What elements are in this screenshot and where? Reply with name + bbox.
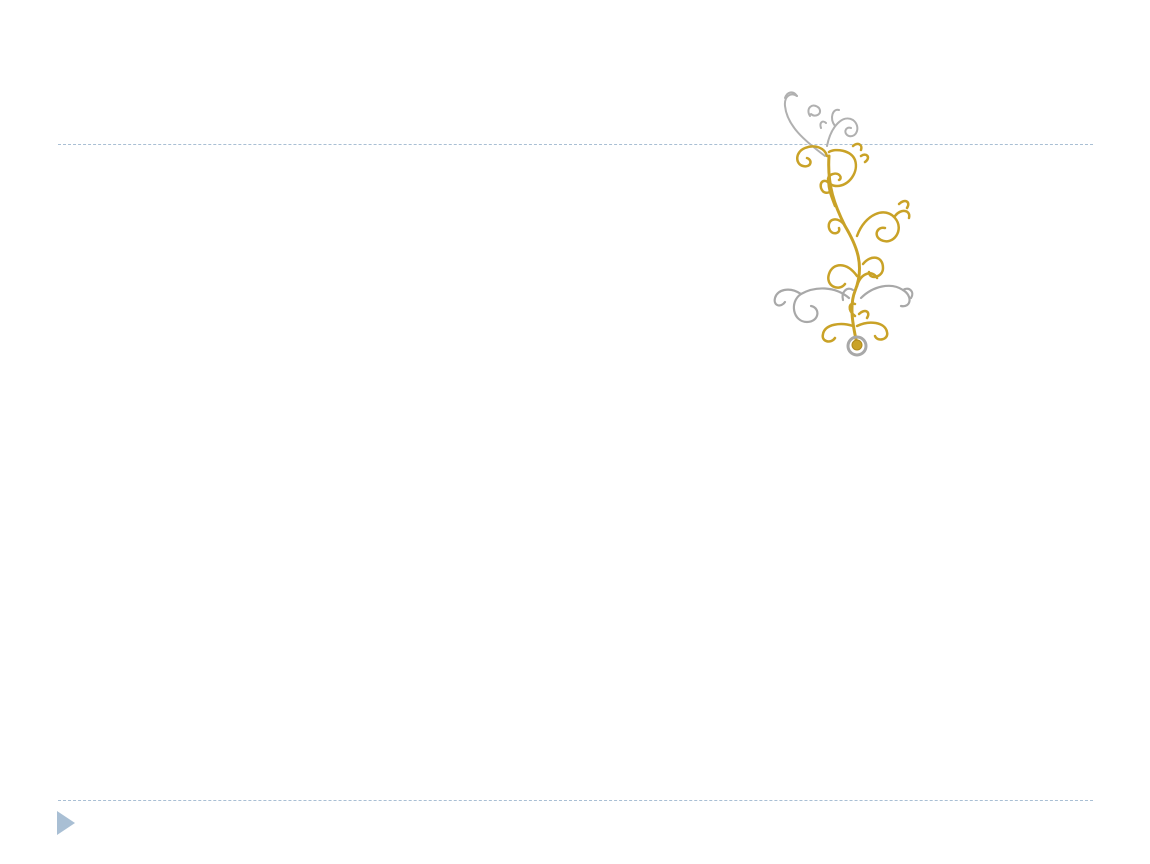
floral-swirl-ornament-icon	[773, 91, 914, 357]
slide-body[interactable]	[58, 160, 1093, 780]
presentation-slide	[0, 0, 1150, 864]
slide-title[interactable]	[58, 40, 758, 135]
top-divider	[58, 144, 1093, 145]
bottom-divider	[58, 800, 1093, 801]
triangle-right-icon[interactable]	[56, 810, 76, 836]
